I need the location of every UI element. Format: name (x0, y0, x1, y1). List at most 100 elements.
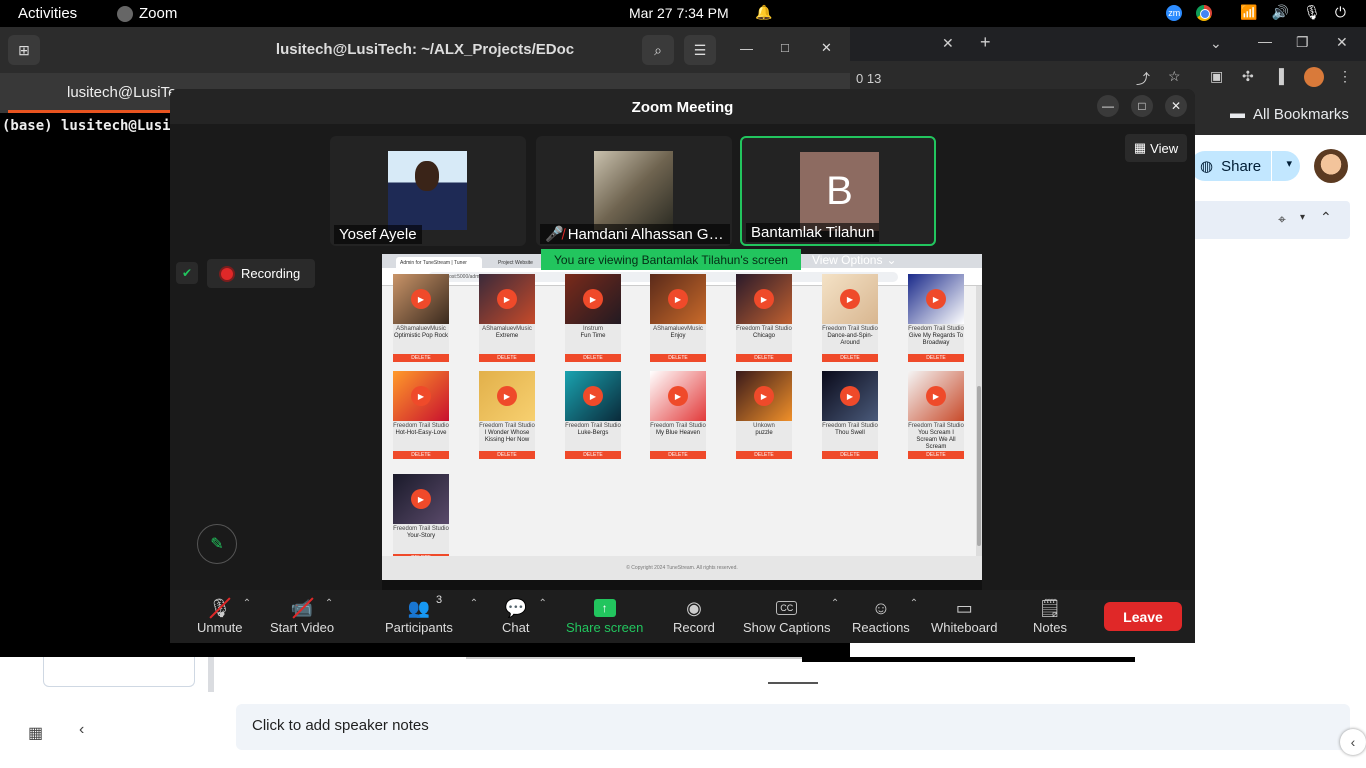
notification-bell-icon[interactable]: 🔔 (755, 4, 772, 21)
play-icon[interactable]: ▶ (497, 386, 517, 406)
hamburger-menu-icon[interactable]: ☰ (684, 35, 716, 65)
song-card[interactable]: ▶ Freedom Trail Studio Thou Swell DELETE (822, 371, 878, 459)
song-card[interactable]: ▶Freedom Trail StudioYour-StoryDELETE (393, 474, 449, 562)
caret-up-icon[interactable]: ⌃ (910, 598, 918, 609)
chat-button[interactable]: 💬 ⌃ Chat (502, 596, 547, 636)
caret-up-icon[interactable]: ⌃ (539, 598, 547, 609)
reactions-button[interactable]: ☺ ⌃ Reactions (852, 596, 918, 636)
play-icon[interactable]: ▶ (497, 289, 517, 309)
extension-icon[interactable]: ▣ (1210, 68, 1223, 85)
play-icon[interactable]: ▶ (668, 386, 688, 406)
grid-view-icon[interactable]: ▦ (28, 723, 43, 743)
delete-button[interactable]: DELETE (908, 451, 964, 459)
speaker-notes-field[interactable]: Click to add speaker notes (236, 704, 1350, 750)
chrome-tray-icon[interactable] (1196, 4, 1213, 21)
share-screen-button[interactable]: ↑ Share screen (566, 596, 643, 635)
delete-button[interactable]: DELETE (565, 451, 621, 459)
show-captions-button[interactable]: CC ⌃ Show Captions (743, 596, 839, 635)
whiteboard-button[interactable]: ▭ Whiteboard (931, 596, 997, 636)
song-card[interactable]: ▶ Freedom Trail Studio Hot-Hot-Easy-Love DE… (393, 371, 449, 459)
song-card[interactable]: ▶ Freedom Trail Studio Chicago DELETE (736, 274, 792, 362)
share-page-icon[interactable]: ⤴ (1136, 69, 1150, 89)
user-avatar[interactable] (1314, 149, 1348, 183)
unmute-button[interactable]: 🎙⌃ Unmute (197, 596, 251, 635)
song-card[interactable]: ▶ Unkown puzzle DELETE (736, 371, 792, 459)
play-icon[interactable]: ▶ (754, 386, 774, 406)
participant-tile-active-speaker[interactable]: B Bantamlak Tilahun (740, 136, 936, 246)
play-icon[interactable]: ▶ (754, 289, 774, 309)
caret-icon[interactable]: ▾ (1300, 212, 1305, 223)
close-window-icon[interactable]: ✕ (1336, 34, 1348, 51)
play-icon[interactable]: ▶ (926, 386, 946, 406)
tab-search-icon[interactable]: ⌄ (1210, 35, 1222, 52)
leave-button[interactable]: Leave (1104, 602, 1182, 631)
security-shield-icon[interactable]: ✔ (176, 262, 198, 284)
participant-tile[interactable]: Yosef Ayele (330, 136, 526, 246)
delete-button[interactable]: DELETE (736, 354, 792, 362)
delete-button[interactable]: DELETE (650, 451, 706, 459)
minimize-icon[interactable]: — (740, 41, 753, 56)
delete-button[interactable]: DELETE (822, 354, 878, 362)
close-icon[interactable]: ✕ (1165, 95, 1187, 117)
participants-button[interactable]: 👥 3 ⌃ Participants (385, 594, 478, 635)
share-caret-icon[interactable]: ▾ (1286, 157, 1292, 170)
cursor-select-icon[interactable]: ⌖ (1278, 211, 1286, 228)
song-card[interactable]: ▶ Freedom Trail Studio Dance-and-Spin-Arou… (822, 274, 878, 362)
all-bookmarks-link[interactable]: All Bookmarks (1253, 106, 1349, 123)
expand-side-panel-icon[interactable]: ‹ (1340, 729, 1366, 755)
caret-up-icon[interactable]: ⌃ (325, 598, 333, 609)
delete-button[interactable]: DELETE (393, 451, 449, 459)
annotate-pencil-icon[interactable]: ✎ (197, 524, 237, 564)
close-icon[interactable]: ✕ (821, 40, 832, 56)
delete-button[interactable]: DELETE (736, 451, 792, 459)
minimize-icon[interactable]: — (1097, 95, 1119, 117)
song-card[interactable]: ▶ Instrum Fun Time DELETE (565, 274, 621, 362)
start-video-button[interactable]: 📹⌃ Start Video (270, 596, 334, 635)
delete-button[interactable]: DELETE (393, 354, 449, 362)
sidepanel-icon[interactable]: ▐ (1274, 68, 1284, 84)
song-card[interactable]: ▶ Freedom Trail Studio Give My Regards To … (908, 274, 964, 362)
bookmark-star-icon[interactable]: ☆ (1168, 68, 1181, 85)
notes-button[interactable]: 🗒 Notes (1033, 596, 1067, 636)
delete-button[interactable]: DELETE (908, 354, 964, 362)
profile-avatar[interactable] (1304, 67, 1324, 87)
close-tab-icon[interactable]: ✕ (942, 35, 954, 52)
song-card[interactable]: ▶ AShamaluevMusic Optimistic Pop Rock DELET… (393, 274, 449, 362)
play-icon[interactable]: ▶ (926, 289, 946, 309)
menu-icon[interactable]: ⋮ (1338, 68, 1352, 85)
song-card[interactable]: ▶ Freedom Trail Studio Luke-Bergs DELETE (565, 371, 621, 459)
play-icon[interactable]: ▶ (583, 289, 603, 309)
slide-thumbnail[interactable] (43, 657, 195, 687)
play-icon[interactable]: ▶ (840, 289, 860, 309)
play-icon[interactable]: ▶ (840, 386, 860, 406)
collapse-icon[interactable]: ⌃ (1320, 209, 1332, 226)
caret-up-icon[interactable]: ⌃ (243, 598, 251, 609)
play-icon[interactable]: ▶ (583, 386, 603, 406)
caret-up-icon[interactable]: ⌃ (831, 598, 839, 609)
play-icon[interactable]: ▶ (668, 289, 688, 309)
search-icon[interactable]: ⌕ (642, 35, 674, 65)
zoom-tray-icon[interactable]: zm (1166, 4, 1183, 21)
maximize-icon[interactable]: □ (781, 40, 789, 55)
minimize-icon[interactable]: — (1258, 33, 1272, 49)
participant-tile[interactable]: 🎤̸ Hamdani Alhassan Ga... (536, 136, 732, 246)
shared-screen[interactable]: Admin for TuneStream | Tuner Project Web… (382, 254, 982, 590)
delete-button[interactable]: DELETE (650, 354, 706, 362)
clock[interactable]: Mar 27 7:34 PM (629, 5, 729, 21)
notes-resize-handle[interactable] (768, 682, 818, 684)
delete-button[interactable]: DELETE (565, 354, 621, 362)
view-options-button[interactable]: View Options ⌄ (804, 249, 904, 270)
song-card[interactable]: ▶ Freedom Trail Studio I Wonder Whose Kiss… (479, 371, 535, 459)
app-menu[interactable]: Zoom (117, 5, 177, 22)
play-icon[interactable]: ▶ (411, 386, 431, 406)
delete-button[interactable]: DELETE (479, 451, 535, 459)
view-button[interactable]: ▦ View (1125, 134, 1187, 162)
play-icon[interactable]: ▶ (411, 489, 431, 509)
song-card[interactable]: ▶ AShamaluevMusic Extreme DELETE (479, 274, 535, 362)
puzzle-icon[interactable]: ✣ (1242, 68, 1254, 85)
slides-share-button[interactable]: ◍ Share ▾ (1190, 151, 1300, 181)
play-icon[interactable]: ▶ (411, 289, 431, 309)
delete-button[interactable]: DELETE (822, 451, 878, 459)
record-button[interactable]: ◉ Record (673, 596, 715, 636)
song-card[interactable]: ▶ Freedom Trail Studio My Blue Heaven DELET… (650, 371, 706, 459)
